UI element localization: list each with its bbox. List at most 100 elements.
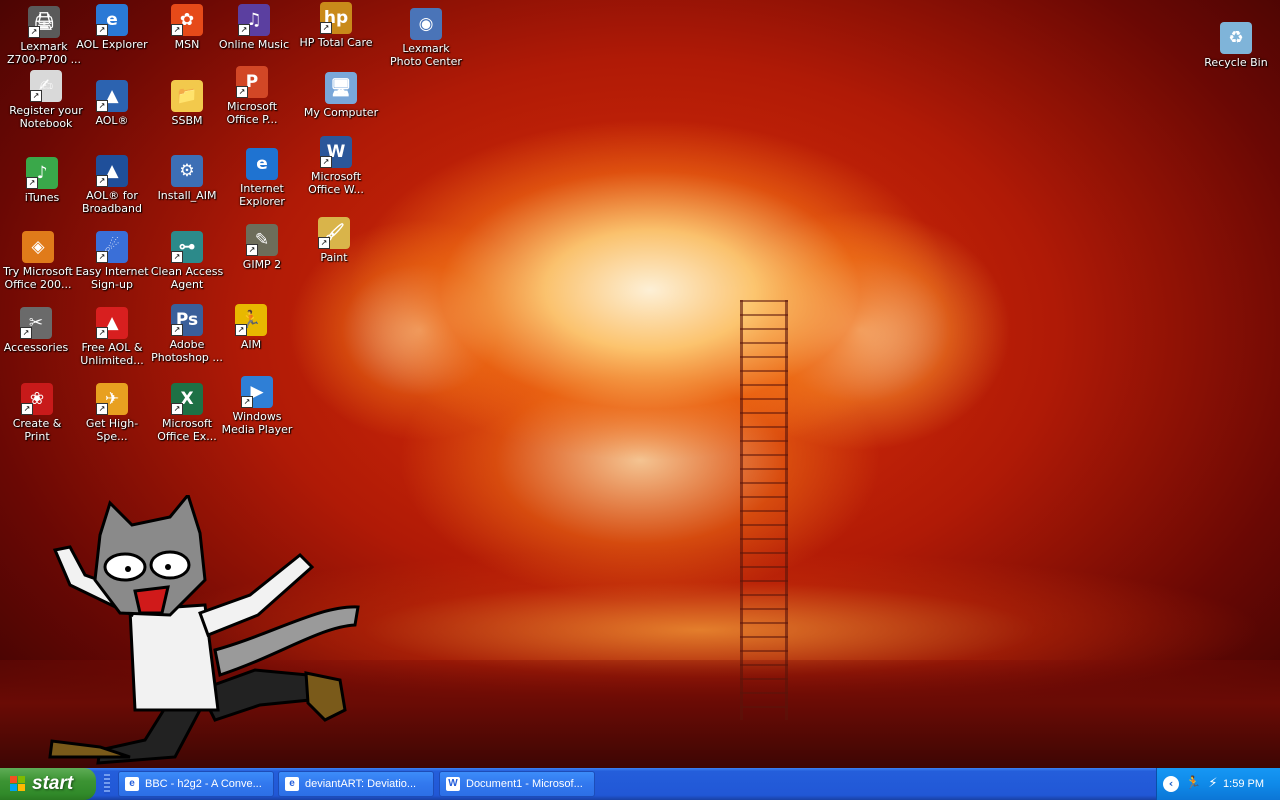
desktop-icon-get-high-speed[interactable]: ✈ ↗ Get High-Spe...	[74, 383, 150, 443]
taskbar-button-document1[interactable]: W Document1 - Microsof...	[439, 771, 595, 797]
desktop-icon-paint[interactable]: 🖌 ↗ Paint	[296, 217, 372, 264]
desktop-icon-label: Lexmark Z700-P700 ...	[6, 40, 82, 66]
start-button[interactable]: start	[0, 768, 96, 800]
desktop-icon-label: Recycle Bin	[1204, 56, 1268, 69]
aim-running-man-icon[interactable]: 🏃	[1185, 776, 1201, 792]
desktop-icon-label: Install_AIM	[157, 189, 217, 202]
desktop-icon-gimp[interactable]: ✎ ↗ GIMP 2	[224, 224, 300, 271]
office-trial-icon: ◈	[22, 231, 54, 263]
excel-icon: X ↗	[171, 383, 203, 415]
desktop-icon-label: Create & Print	[12, 417, 62, 443]
word-icon: W	[446, 777, 460, 791]
desktop-icon-label: Easy Internet Sign-up	[75, 265, 149, 291]
accessories-icon: ✂ ↗	[20, 307, 52, 339]
desktop-icon-my-computer[interactable]: 🖥 My Computer	[303, 72, 379, 119]
system-tray: ‹ 🏃 ⚡ 1:59 PM	[1156, 768, 1280, 800]
start-label: start	[32, 773, 74, 794]
desktop-icon-lexmark-photo-center[interactable]: ◉ Lexmark Photo Center	[388, 8, 464, 68]
gimp-icon: ✎ ↗	[246, 224, 278, 256]
taskbar-button-bbc-h2g2[interactable]: e BBC - h2g2 - A Conve...	[118, 771, 274, 797]
desktop-icon-online-music[interactable]: ♫ ↗ Online Music	[216, 4, 292, 51]
desktop-icon-label: Microsoft Office W...	[308, 170, 364, 196]
desktop-icon-label: My Computer	[303, 106, 379, 119]
desktop-icon-label: AOL®	[95, 114, 129, 127]
desktop-icon-powerpoint[interactable]: P ↗ Microsoft Office P...	[214, 66, 290, 126]
clean-access-agent-icon: ⊶ ↗	[171, 231, 203, 263]
desktop-icon-label: iTunes	[24, 191, 60, 204]
desktop-icon-aim[interactable]: 🏃 ↗ AIM	[213, 304, 289, 351]
desktop-icon-windows-media-player[interactable]: ▶ ↗ Windows Media Player	[219, 376, 295, 436]
network-icon[interactable]: ⚡	[1205, 776, 1221, 792]
desktop-icon-label: Clean Access Agent	[150, 265, 224, 291]
desktop-icon-internet-explorer[interactable]: e Internet Explorer	[224, 148, 300, 208]
desktop-icon-label: HP Total Care	[299, 36, 373, 49]
word-icon: W ↗	[320, 136, 352, 168]
desktop-icon-label: Paint	[320, 251, 348, 264]
desktop-icon-msn[interactable]: ✿ ↗ MSN	[149, 4, 225, 51]
desktop-icon-itunes[interactable]: ♪ ↗ iTunes	[4, 157, 80, 204]
desktop-icon-label: Microsoft Office P...	[226, 100, 278, 126]
desktop-icon-create-print[interactable]: ❀ ↗ Create & Print	[0, 383, 75, 443]
desktop-icon-word[interactable]: W ↗ Microsoft Office W...	[298, 136, 374, 196]
desktop-icon-label: Register your Notebook	[9, 104, 83, 130]
register-notebook-icon: ✍ ↗	[30, 70, 62, 102]
aim-running-man-icon: 🏃 ↗	[235, 304, 267, 336]
desktop-icon-label: Internet Explorer	[239, 182, 285, 208]
desktop-icon-register-notebook[interactable]: ✍ ↗ Register your Notebook	[8, 70, 84, 130]
quick-launch-grip[interactable]	[104, 774, 110, 794]
msn-butterfly-icon: ✿ ↗	[171, 4, 203, 36]
lexmark-photo-icon: ◉	[410, 8, 442, 40]
desktop-icon-easy-internet-signup[interactable]: ☄ ↗ Easy Internet Sign-up	[74, 231, 150, 291]
wallpaper-cartoon-cat	[48, 495, 360, 765]
chevron-left-icon[interactable]: ‹	[1163, 776, 1179, 792]
aol-broadband-icon: ▲ ↗	[96, 155, 128, 187]
taskbar-button-label: deviantART: Deviatio...	[305, 778, 417, 790]
desktop-icon-aol-broadband[interactable]: ▲ ↗ AOL® for Broadband	[74, 155, 150, 215]
desktop-icon-label: Accessories	[3, 341, 69, 354]
taskbar-button-deviantart[interactable]: e deviantART: Deviatio...	[278, 771, 434, 797]
desktop-icon-free-aol[interactable]: ▲ ↗ Free AOL & Unlimited...	[74, 307, 150, 367]
my-computer-icon: 🖥	[325, 72, 357, 104]
windows-media-player-icon: ▶ ↗	[241, 376, 273, 408]
folder-icon: 📁	[171, 80, 203, 112]
paint-icon: 🖌 ↗	[318, 217, 350, 249]
desktop-icon-label: Windows Media Player	[221, 410, 293, 436]
desktop-icon-aol[interactable]: ▲ ↗ AOL®	[74, 80, 150, 127]
wallpaper-tower	[740, 300, 788, 720]
printer-icon: 🖨 ↗	[28, 6, 60, 38]
create-print-rose-icon: ❀ ↗	[21, 383, 53, 415]
desktop-icon-label: Free AOL & Unlimited...	[80, 341, 144, 367]
free-aol-icon: ▲ ↗	[96, 307, 128, 339]
taskbar-button-label: BBC - h2g2 - A Conve...	[145, 778, 262, 790]
desktop-icon-aol-explorer[interactable]: e ↗ AOL Explorer	[74, 4, 150, 51]
taskbar-button-label: Document1 - Microsof...	[466, 778, 583, 790]
music-note-icon: ♫ ↗	[238, 4, 270, 36]
desktop-icon-label: Microsoft Office Ex...	[157, 417, 217, 443]
hp-total-care-icon: hp ↗	[320, 2, 352, 34]
desktop-icon-try-office[interactable]: ◈ Try Microsoft Office 200...	[0, 231, 76, 291]
desktop-icon-hp-total-care[interactable]: hp ↗ HP Total Care	[298, 2, 374, 49]
desktop-icon-label: Lexmark Photo Center	[390, 42, 462, 68]
aol-icon: ▲ ↗	[96, 80, 128, 112]
desktop-icon-excel[interactable]: X ↗ Microsoft Office Ex...	[149, 383, 225, 443]
powerpoint-icon: P ↗	[236, 66, 268, 98]
desktop-icon-label: Get High-Spe...	[85, 417, 139, 443]
desktop-icon-accessories[interactable]: ✂ ↗ Accessories	[0, 307, 74, 354]
desktop-icon-label: GIMP 2	[242, 258, 282, 271]
desktop-icon-install-aim[interactable]: ⚙ Install_AIM	[149, 155, 225, 202]
desktop-icon-lexmark-printer[interactable]: 🖨 ↗ Lexmark Z700-P700 ...	[6, 6, 82, 66]
install-aim-icon: ⚙	[171, 155, 203, 187]
desktop-icon-recycle-bin[interactable]: ♻ Recycle Bin	[1198, 22, 1274, 69]
desktop-icon-clean-access-agent[interactable]: ⊶ ↗ Clean Access Agent	[149, 231, 225, 291]
easy-internet-signup-icon: ☄ ↗	[96, 231, 128, 263]
taskbar: start e BBC - h2g2 - A Conve... e devian…	[0, 768, 1280, 800]
desktop-icon-label: AIM	[240, 338, 262, 351]
clock[interactable]: 1:59 PM	[1223, 768, 1264, 800]
internet-explorer-icon: e	[125, 777, 139, 791]
recycle-bin-icon: ♻	[1220, 22, 1252, 54]
itunes-icon: ♪ ↗	[26, 157, 58, 189]
desktop-icon-label: Try Microsoft Office 200...	[3, 265, 73, 291]
desktop-icon-label: MSN	[174, 38, 200, 51]
desktop[interactable]: 🖨 ↗ Lexmark Z700-P700 ... e ↗ AOL Explorer…	[0, 0, 1280, 768]
desktop-icon-label: AOL Explorer	[76, 38, 148, 51]
